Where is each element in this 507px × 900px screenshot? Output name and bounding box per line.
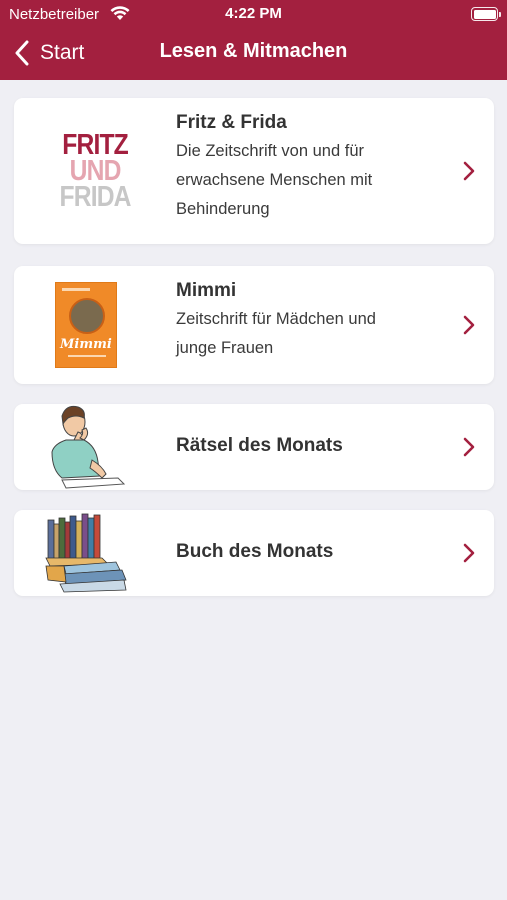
chevron-right-icon: [463, 437, 475, 457]
chevron-right-icon: [463, 543, 475, 563]
description-line: Die Zeitschrift von und für: [176, 142, 364, 160]
books-stack-icon: [45, 513, 127, 593]
clock: 4:22 PM: [225, 5, 282, 22]
chevron-right-icon: [463, 315, 475, 335]
description-line: Behinderung: [176, 200, 270, 218]
fritz-frida-logo: FRITZ UND FRIDA: [56, 131, 134, 213]
item-title: Rätsel des Monats: [176, 435, 343, 456]
thinking-person-icon: [51, 405, 126, 489]
list-item-mimmi[interactable]: Mimmi Mimmi Zeitschrift für Mädchen und …: [14, 266, 494, 384]
header-bar: Netzbetreiber 4:22 PM Start Lesen & Mitm…: [0, 0, 507, 80]
description-line: erwachsene Menschen mit: [176, 171, 373, 189]
mimmi-cover-image: Mimmi: [55, 282, 117, 368]
description-line: Zeitschrift für Mädchen und: [176, 310, 376, 328]
item-description: Die Zeitschrift von und für erwachsene M…: [176, 137, 452, 224]
item-title: Mimmi: [176, 280, 237, 301]
page-title: Lesen & Mitmachen: [159, 40, 348, 62]
cover-title: Mimmi: [60, 337, 112, 352]
chevron-right-icon: [463, 161, 475, 181]
list-item-fritz-frida[interactable]: FRITZ UND FRIDA Fritz & Frida Die Zeitsc…: [14, 98, 494, 244]
list-item-buch[interactable]: Buch des Monats: [14, 510, 494, 596]
logo-line-frida: FRIDA: [59, 181, 132, 213]
battery-icon: [471, 7, 501, 21]
status-bar: Netzbetreiber 4:22 PM: [0, 0, 507, 28]
item-title: Fritz & Frida: [176, 112, 287, 133]
list-item-raetsel[interactable]: Rätsel des Monats: [14, 404, 494, 490]
navigation-bar: Start Lesen & Mitmachen: [0, 28, 507, 80]
item-description: Zeitschrift für Mädchen und junge Frauen: [176, 305, 452, 363]
item-title: Buch des Monats: [176, 541, 334, 562]
description-line: junge Frauen: [176, 339, 274, 357]
